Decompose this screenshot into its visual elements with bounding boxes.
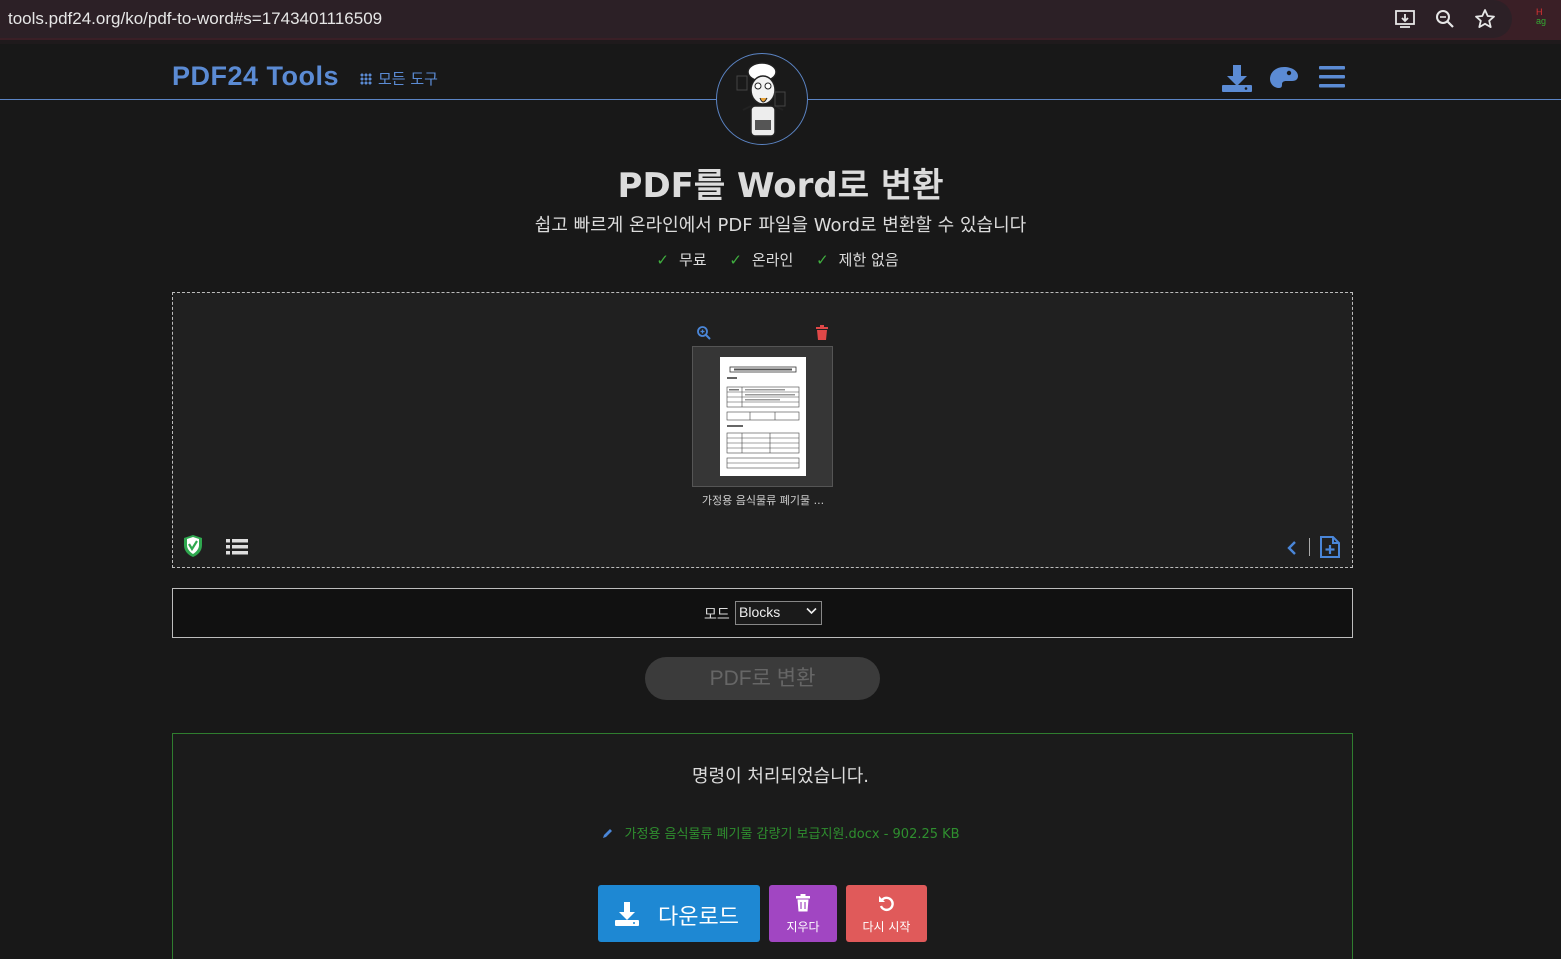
check-icon: ✓: [656, 251, 669, 269]
brand-logo-text[interactable]: PDF24 Tools: [172, 61, 339, 92]
zoom-preview-icon[interactable]: [696, 325, 712, 345]
result-message: 명령이 처리되었습니다.: [691, 766, 870, 787]
restart-button[interactable]: 다시 시작: [846, 885, 927, 942]
delete-label: 지우다: [786, 920, 820, 934]
chevron-down-icon: [806, 605, 817, 619]
remove-file-icon[interactable]: [815, 325, 829, 345]
add-file-icon[interactable]: [1319, 535, 1341, 563]
file-thumbnail[interactable]: [692, 346, 833, 487]
zoom-icon[interactable]: [1434, 8, 1456, 30]
extension-badge-bottom: ag: [1536, 16, 1547, 26]
grid-icon: [360, 73, 372, 85]
mascot-logo[interactable]: [716, 53, 808, 145]
download-icon[interactable]: [1221, 63, 1253, 97]
download-button[interactable]: 다운로드: [598, 885, 760, 942]
mode-label: 모드: [704, 607, 730, 623]
chevron-left-icon[interactable]: [1286, 540, 1298, 560]
document-page-preview: [720, 357, 806, 476]
check-icon: ✓: [729, 251, 742, 269]
browser-toolbar: tools.pdf24.org/ko/pdf-to-word#s=1743401…: [0, 0, 1561, 40]
extension-icon[interactable]: H ag: [1536, 8, 1546, 26]
bookmark-star-icon[interactable]: [1474, 8, 1496, 30]
address-bar[interactable]: tools.pdf24.org/ko/pdf-to-word#s=1743401…: [0, 0, 1512, 38]
mode-select[interactable]: Blocks: [735, 601, 822, 625]
download-icon: [614, 901, 640, 931]
convert-button[interactable]: PDF로 변환: [645, 657, 880, 700]
all-tools-link[interactable]: 모든 도구: [360, 68, 438, 89]
feature-list: ✓ 무료 ✓ 온라인 ✓ 제한 없음: [0, 249, 1561, 270]
palette-icon[interactable]: [1268, 63, 1300, 97]
feature-item: ✓ 무료: [656, 251, 707, 269]
check-icon: ✓: [816, 251, 829, 269]
shield-check-icon[interactable]: [183, 534, 203, 562]
file-name-label: 가정용 음식물류 폐기물 ...: [701, 494, 825, 507]
trash-icon: [795, 894, 811, 916]
restart-icon: [878, 894, 896, 916]
list-view-icon[interactable]: [226, 539, 248, 559]
download-label: 다운로드: [658, 905, 739, 930]
mode-selected-value: Blocks: [739, 604, 781, 620]
menu-icon[interactable]: [1317, 63, 1347, 95]
restart-label: 다시 시작: [862, 920, 911, 934]
delete-button[interactable]: 지우다: [769, 885, 837, 942]
feature-item: ✓ 온라인: [729, 251, 794, 269]
result-file-link[interactable]: 가정용 음식물류 폐기물 감량기 보급지원.docx - 902.25 KB: [0, 823, 1561, 842]
install-app-icon[interactable]: [1394, 8, 1416, 30]
url-text[interactable]: tools.pdf24.org/ko/pdf-to-word#s=1743401…: [8, 9, 382, 29]
all-tools-label: 모든 도구: [378, 70, 438, 88]
page-title: PDF를 Word로 변환: [617, 166, 944, 206]
result-file-name[interactable]: 가정용 음식물류 폐기물 감량기 보급지원.docx - 902.25 KB: [625, 827, 960, 842]
toolbar-separator: [1309, 538, 1310, 556]
pencil-icon: [601, 827, 618, 842]
page-subtitle: 쉽고 빠르게 온라인에서 PDF 파일을 Word로 변환할 수 있습니다: [534, 215, 1027, 236]
feature-item: ✓ 제한 없음: [816, 251, 899, 269]
